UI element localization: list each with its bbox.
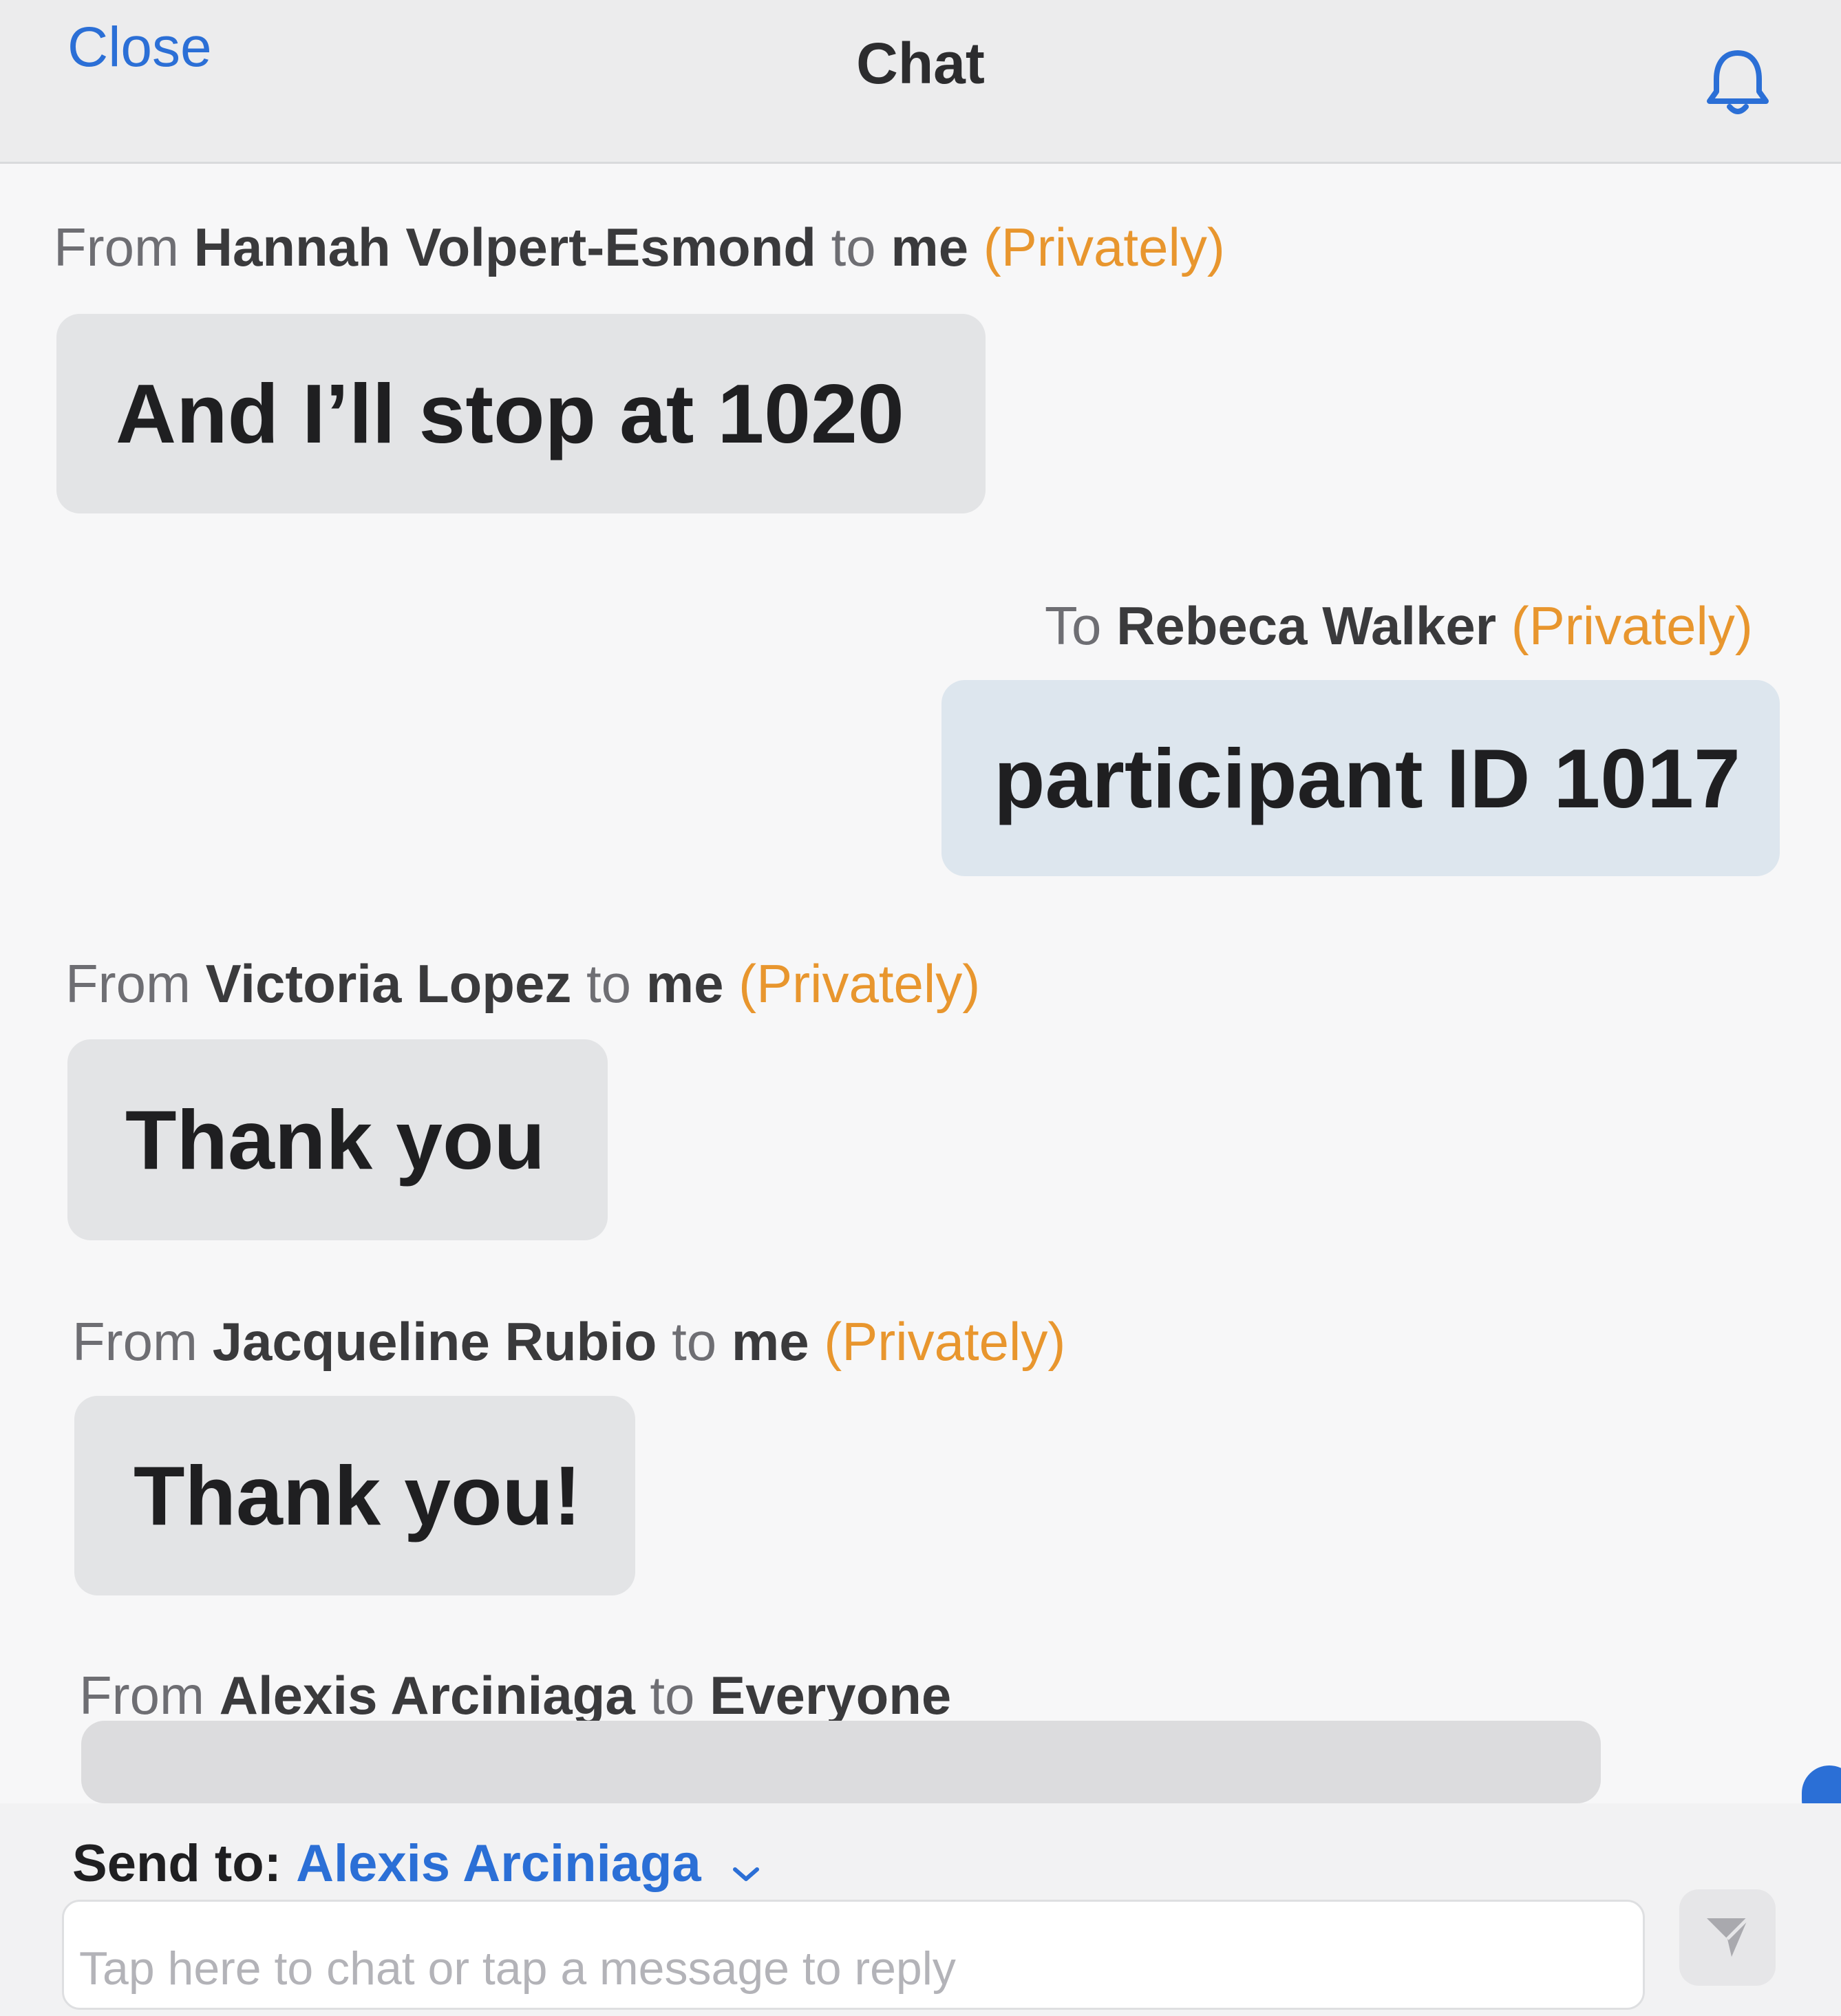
privacy-label: (Privately) [824,1311,1066,1372]
privacy-label: (Privately) [738,953,981,1014]
chat-header: Close Chat [0,0,1841,164]
message-text: And I’ll stop at 1020 [116,367,904,460]
message-connector: to [586,953,632,1014]
message-prefix: To [1045,595,1102,656]
privacy-label: (Privately) [1511,595,1753,656]
message-text: Thank you! [134,1449,582,1542]
message-bubble[interactable]: participant ID 1017 [941,680,1780,876]
message-prefix: From [65,953,191,1014]
recipient-name: me [731,1311,809,1372]
message-bubble[interactable]: Thank you! [74,1396,635,1595]
message-prefix: From [54,217,179,277]
recipient-name: Everyone [710,1665,952,1726]
chat-input[interactable] [62,1900,1645,2010]
sender-name: Hannah Volpert-Esmond [193,217,816,277]
message-text: Thank you [125,1093,546,1187]
message-header: From Victoria Lopez to me (Privately) [65,957,980,1010]
message-header: To Rebeca Walker (Privately) [1045,599,1753,652]
message-bubble[interactable]: And I’ll stop at 1020 [56,314,986,513]
sender-name: Jacqueline Rubio [212,1311,657,1372]
sender-name: Victoria Lopez [205,953,572,1014]
message-connector: to [831,217,876,277]
recipient-name: me [891,217,969,277]
recipient-name: Rebeca Walker [1116,595,1497,656]
send-to-selector[interactable]: Send to: Alexis Arciniaga [72,1838,761,1893]
message-header: From Jacqueline Rubio to me (Privately) [72,1315,1065,1368]
message-header: From Hannah Volpert-Esmond to me (Privat… [54,220,1225,274]
send-button[interactable] [1679,1889,1776,1986]
message-header: From Alexis Arciniaga to Everyone [79,1668,951,1722]
send-to-recipient[interactable]: Alexis Arciniaga [296,1834,701,1893]
message-list[interactable]: From Hannah Volpert-Esmond to me (Privat… [0,164,1841,1816]
message-bubble[interactable]: Thank you [67,1039,608,1240]
message-connector: to [650,1665,695,1726]
message-bubble[interactable] [81,1721,1601,1803]
sender-name: Alexis Arciniaga [219,1665,635,1726]
send-icon [1700,1909,1755,1967]
recipient-name: me [646,953,724,1014]
send-to-label: Send to: [72,1834,281,1893]
message-connector: to [672,1311,717,1372]
privacy-label: (Privately) [983,217,1225,277]
page-title: Chat [856,31,985,96]
message-prefix: From [72,1311,198,1372]
message-text: participant ID 1017 [994,731,1741,825]
chat-screen: Close Chat From Hannah Volpert-Esmond to… [0,0,1841,2016]
message-prefix: From [79,1665,204,1726]
chevron-down-icon[interactable] [731,1841,761,1893]
bell-icon[interactable] [1700,45,1776,120]
